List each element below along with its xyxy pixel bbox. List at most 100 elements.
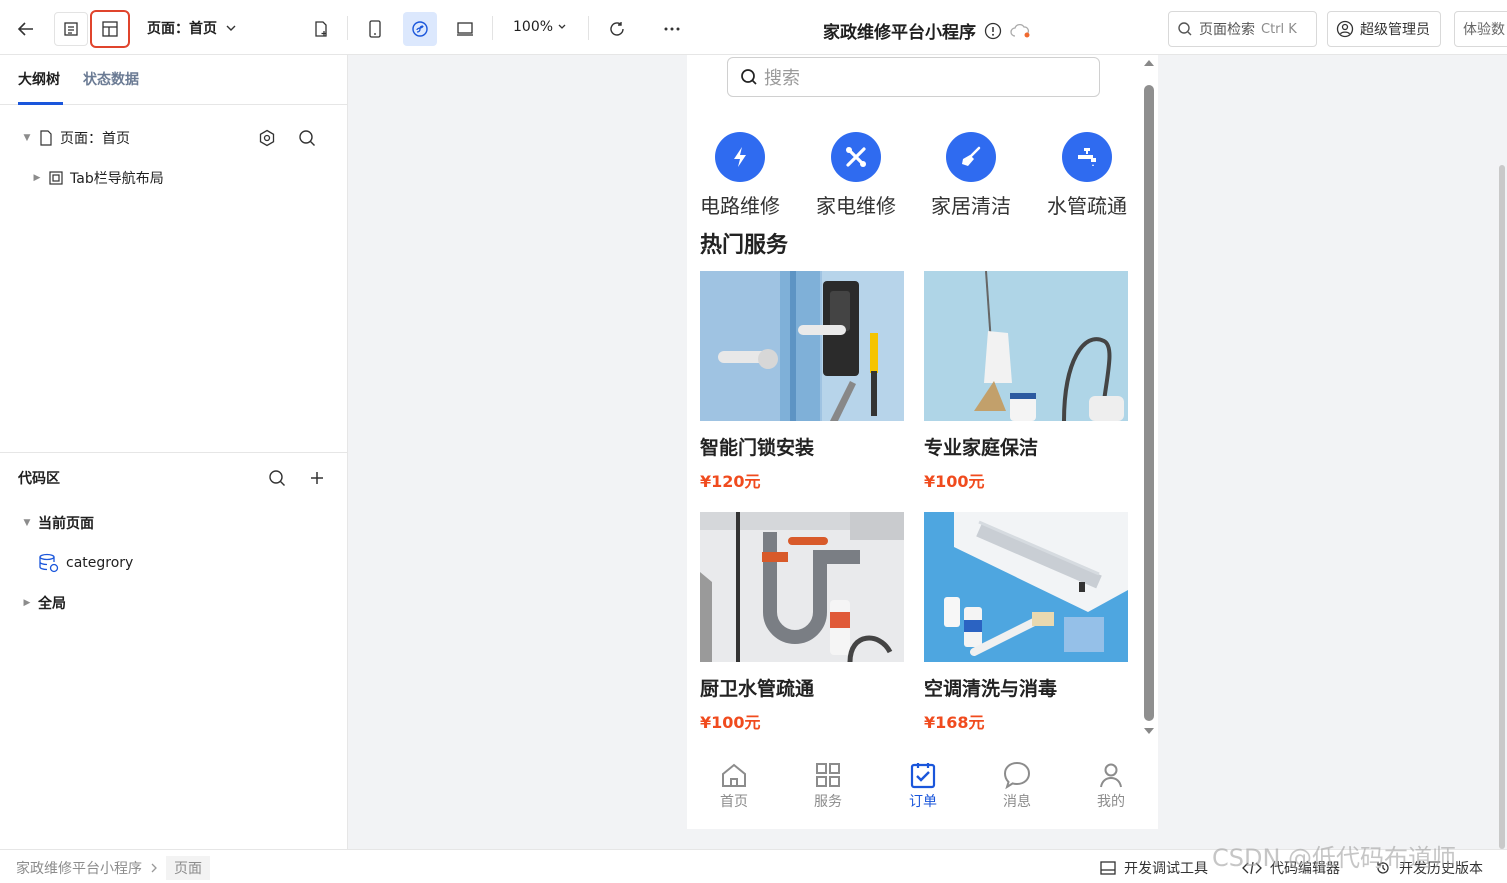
service-card[interactable]: 厨卫水管疏通 ¥100元 [700,512,904,733]
global-group[interactable]: ▶ 全局 [22,593,66,613]
trial-label: 体验数 [1463,22,1505,38]
zoom-selector[interactable]: 100% [513,19,567,35]
category-appliance[interactable]: 家电维修 [811,132,901,219]
canvas-scrollbar[interactable] [1499,165,1505,849]
outline-page-node[interactable]: ▼ 页面：首页 [22,128,130,148]
left-panel: 大纲树 状态数据 ▼ 页面：首页 ▶ Tab栏导航布局 代码区 ▼ 当前页面 c… [0,55,348,849]
category-electric[interactable]: 电路维修 [695,132,785,219]
cloud-icon [1010,23,1030,37]
page-search-button[interactable]: 页面检索 Ctrl K [1168,11,1317,47]
outline-child-label: Tab栏导航布局 [70,171,164,187]
left-tabs: 大纲树 状态数据 [0,55,347,105]
design-canvas: 搜索 电路维修 家电维修 家居清洁 水管疏通 热门服务 智能门锁安装 ¥120元… [348,55,1507,849]
caret-down-icon[interactable]: ▼ [22,133,32,143]
terminal-icon [1100,861,1116,875]
outline-search-icon[interactable] [296,127,318,149]
watermark: CSDN @低代码布道师 [1212,844,1457,872]
search-placeholder: 搜索 [764,68,800,89]
more-icon[interactable] [655,12,689,46]
user-label: 超级管理员 [1360,22,1430,38]
scroll-down-icon[interactable] [1142,725,1156,737]
shortcut-hint: Ctrl K [1261,21,1297,37]
service-card[interactable]: 空调清洗与消毒 ¥168元 [924,512,1128,733]
service-price: ¥168元 [924,713,985,732]
layout-icon[interactable] [90,10,130,48]
tabbar-item-orders[interactable]: 订单 [893,759,953,811]
tabbar-label: 首页 [720,794,748,810]
faucet-icon [1062,132,1112,182]
desktop-view-icon[interactable] [448,12,482,46]
page-search-label: 页面检索 [1199,22,1255,38]
tabbar-label: 消息 [1003,794,1031,810]
tabbar-label: 订单 [909,794,937,810]
panel-divider [0,452,347,453]
service-card[interactable]: 智能门锁安装 ¥120元 [700,271,904,492]
broom-icon [946,132,996,182]
category-cleaning[interactable]: 家居清洁 [926,132,1016,219]
aircon-cleaning-image [924,512,1128,662]
page-selector-label: 页面：首页 [147,21,217,37]
code-search-icon[interactable] [266,467,288,489]
search-icon [1178,22,1192,36]
service-name: 智能门锁安装 [700,437,815,459]
page-file-icon [40,130,52,146]
refresh-icon[interactable] [600,12,634,46]
code-item[interactable]: categrory [38,553,133,573]
add-code-icon[interactable] [306,467,328,489]
add-page-icon[interactable] [304,12,338,46]
category-label: 水管疏通 [1047,194,1127,218]
debug-tools-label: 开发调试工具 [1124,861,1208,877]
zoom-value: 100% [513,19,554,35]
service-price: ¥100元 [700,713,761,732]
current-page-label: 当前页面 [38,516,94,532]
phone-preview: 搜索 电路维修 家电维修 家居清洁 水管疏通 热门服务 智能门锁安装 ¥120元… [687,55,1158,829]
service-price: ¥100元 [924,472,985,491]
user-button[interactable]: 超级管理员 [1327,11,1441,47]
trial-button[interactable]: 体验数 [1454,11,1507,47]
tabbar-item-services[interactable]: 服务 [798,759,858,811]
message-icon [987,759,1047,791]
back-arrow-icon[interactable] [9,12,43,46]
breadcrumb-app[interactable]: 家政维修平台小程序 [16,858,142,878]
tabbar-item-messages[interactable]: 消息 [987,759,1047,811]
current-page-group[interactable]: ▼ 当前页面 [22,513,94,533]
lightning-icon [715,132,765,182]
page-selector[interactable]: 页面：首页 [147,18,237,38]
user-icon [1081,759,1141,791]
service-price: ¥120元 [700,472,761,491]
tools-icon [831,132,881,182]
caret-down-icon[interactable]: ▼ [22,518,32,528]
category-plumbing[interactable]: 水管疏通 [1042,132,1132,219]
chevron-right-icon [151,863,157,873]
code-item-label: categrory [66,555,134,571]
service-name: 空调清洗与消毒 [924,678,1058,700]
component-box-icon [49,171,63,185]
grid-icon [798,759,858,791]
caret-right-icon[interactable]: ▶ [22,598,32,608]
debug-tools-button[interactable]: 开发调试工具 [1100,858,1208,878]
scroll-up-icon[interactable] [1142,57,1156,69]
info-icon[interactable] [984,22,1002,40]
tabbar-item-profile[interactable]: 我的 [1081,759,1141,811]
search-input[interactable]: 搜索 [727,57,1100,97]
service-card[interactable]: 专业家庭保洁 ¥100元 [924,271,1128,492]
service-name: 厨卫水管疏通 [700,678,815,700]
tab-outline[interactable]: 大纲树 [18,69,60,89]
active-tab-indicator [18,102,63,105]
home-cleaning-image [924,271,1128,421]
global-label: 全局 [38,596,66,612]
tab-state-data[interactable]: 状态数据 [83,69,139,89]
caret-right-icon[interactable]: ▶ [32,173,42,183]
settings-hex-icon[interactable] [256,127,278,149]
service-name: 专业家庭保洁 [924,437,1039,459]
category-label: 家电维修 [816,194,896,218]
phone-scrollbar-thumb[interactable] [1144,85,1154,721]
outline-child-node[interactable]: ▶ Tab栏导航布局 [32,168,164,188]
bottom-tabbar: 首页 服务 订单 消息 我的 [687,747,1158,829]
miniprogram-view-icon[interactable] [403,12,437,46]
page-list-icon[interactable] [54,12,88,46]
mobile-view-icon[interactable] [358,12,392,46]
tabbar-item-home[interactable]: 首页 [704,759,764,811]
app-title: 家政维修平台小程序 [823,23,976,43]
breadcrumb-page[interactable]: 页面 [166,856,210,880]
